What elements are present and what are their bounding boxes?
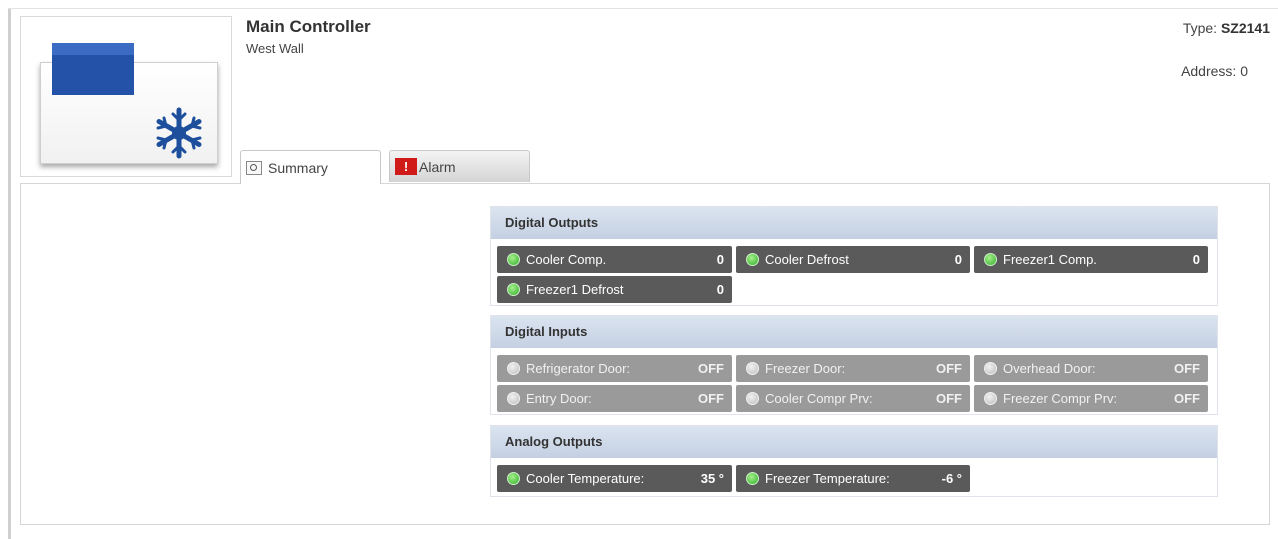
tab-summary-label: Summary: [268, 159, 328, 176]
input-refrigerator-door[interactable]: Refrigerator Door: OFF: [497, 355, 732, 382]
tab-alarm-label: Alarm: [419, 158, 456, 175]
analog-freezer-temperature[interactable]: Freezer Temperature: -6 °: [736, 465, 970, 492]
input-label: Cooler Compr Prv:: [765, 391, 873, 406]
analog-cooler-temperature[interactable]: Cooler Temperature: 35 °: [497, 465, 732, 492]
input-label: Overhead Door:: [1003, 361, 1096, 376]
type-label: Type:: [1182, 20, 1218, 36]
input-freezer-compr-prv[interactable]: Freezer Compr Prv: OFF: [974, 385, 1208, 412]
status-green-icon: [746, 472, 759, 485]
input-label: Freezer Door:: [765, 361, 846, 376]
analog-label: Cooler Temperature:: [526, 471, 645, 486]
output-value: 0: [954, 252, 962, 267]
input-freezer-door[interactable]: Freezer Door: OFF: [736, 355, 970, 382]
output-cooler-comp[interactable]: Cooler Comp. 0: [497, 246, 732, 273]
output-freezer1-defrost[interactable]: Freezer1 Defrost 0: [497, 276, 732, 303]
output-label: Freezer1 Defrost: [526, 282, 624, 297]
output-cooler-defrost[interactable]: Cooler Defrost 0: [736, 246, 970, 273]
top-border: [8, 8, 1278, 9]
output-label: Cooler Comp.: [526, 252, 607, 267]
output-label: Freezer1 Comp.: [1003, 252, 1097, 267]
output-label: Cooler Defrost: [765, 252, 849, 267]
tab-alarm[interactable]: ! Alarm: [389, 150, 530, 182]
status-gray-icon: [507, 362, 520, 375]
status-gray-icon: [746, 392, 759, 405]
analog-value: -6 °: [941, 471, 962, 486]
input-overhead-door[interactable]: Overhead Door: OFF: [974, 355, 1208, 382]
status-green-icon: [507, 472, 520, 485]
status-gray-icon: [984, 392, 997, 405]
device-title: Main Controller: [246, 17, 371, 36]
status-gray-icon: [746, 362, 759, 375]
section-header: Digital Inputs: [491, 316, 1217, 348]
input-value: OFF: [698, 361, 724, 376]
left-border: [8, 8, 11, 539]
output-value: 0: [716, 282, 724, 297]
output-value: 0: [716, 252, 724, 267]
magnifier-icon: [246, 160, 262, 175]
input-cooler-compr-prv[interactable]: Cooler Compr Prv: OFF: [736, 385, 970, 412]
input-value: OFF: [1174, 361, 1200, 376]
address-label: Address:: [1181, 63, 1237, 79]
status-green-icon: [507, 283, 520, 296]
input-label: Freezer Compr Prv:: [1003, 391, 1118, 406]
status-green-icon: [507, 253, 520, 266]
snowflake-icon: [156, 107, 202, 159]
tab-summary[interactable]: Summary: [240, 150, 381, 184]
device-address: Address: 0: [1181, 63, 1248, 79]
section-header: Analog Outputs: [491, 426, 1217, 458]
analog-outputs-section: Analog Outputs Cooler Temperature: 35 ° …: [490, 425, 1218, 497]
input-entry-door[interactable]: Entry Door: OFF: [497, 385, 732, 412]
output-value: 0: [1192, 252, 1200, 267]
input-value: OFF: [936, 361, 962, 376]
digital-inputs-section: Digital Inputs Refrigerator Door: OFF Fr…: [490, 315, 1218, 415]
digital-outputs-section: Digital Outputs Cooler Comp. 0 Cooler De…: [490, 206, 1218, 306]
input-label: Refrigerator Door:: [526, 361, 631, 376]
analog-label: Freezer Temperature:: [765, 471, 890, 486]
input-label: Entry Door:: [526, 391, 592, 406]
section-header: Digital Outputs: [491, 207, 1217, 239]
type-value: SZ2141: [1220, 20, 1270, 36]
output-freezer1-comp[interactable]: Freezer1 Comp. 0: [974, 246, 1208, 273]
analog-value: 35 °: [700, 471, 724, 486]
status-gray-icon: [507, 392, 520, 405]
device-display-image: [52, 43, 134, 95]
device-thumbnail: [20, 16, 232, 177]
input-value: OFF: [936, 391, 962, 406]
alarm-icon: !: [395, 158, 417, 175]
device-location: West Wall: [246, 41, 304, 56]
device-type: Type: SZ2141: [1183, 20, 1270, 36]
status-green-icon: [984, 253, 997, 266]
input-value: OFF: [698, 391, 724, 406]
status-gray-icon: [984, 362, 997, 375]
address-value: 0: [1240, 63, 1248, 79]
status-green-icon: [746, 253, 759, 266]
input-value: OFF: [1174, 391, 1200, 406]
